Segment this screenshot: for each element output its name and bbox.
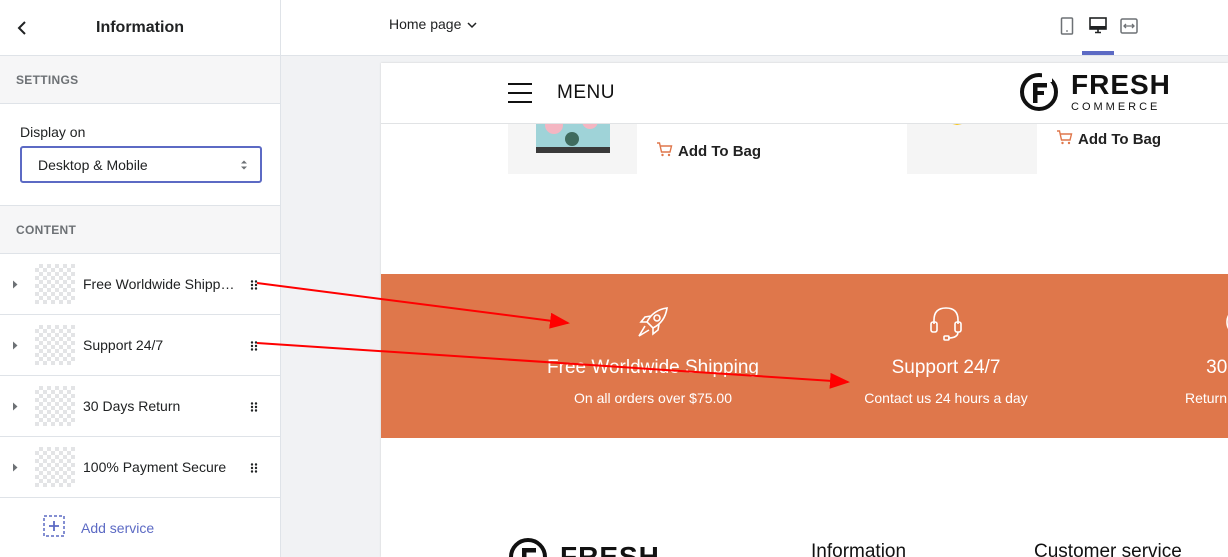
store-header: MENU FRESH COMMERCE: [381, 63, 1228, 124]
mobile-view-button[interactable]: [1052, 14, 1082, 42]
add-service-button[interactable]: Add service: [0, 498, 280, 557]
caret-right-icon[interactable]: [0, 280, 30, 289]
desktop-icon: [1089, 17, 1107, 39]
footer-heading-customer-service: Customer service: [1034, 541, 1182, 557]
drag-handle-icon[interactable]: [249, 461, 259, 473]
page-selector[interactable]: Home page: [389, 16, 477, 32]
cart-icon: [656, 141, 673, 161]
services-band: Free Worldwide Shipping On all orders ov…: [381, 274, 1228, 438]
headset-icon: [930, 307, 962, 341]
service-title: Free Worldwide Shipping: [547, 357, 759, 378]
sidebar-header: Information: [0, 0, 280, 56]
chevron-down-icon: [467, 16, 477, 32]
page-selector-label: Home page: [389, 16, 462, 32]
service-subtitle: Contact us 24 hours a day: [864, 390, 1028, 406]
return-icon: [1226, 314, 1228, 330]
caret-right-icon[interactable]: [0, 402, 30, 411]
footer-brand-name: FRESH: [560, 541, 660, 557]
service-item-label: 100% Payment Secure: [83, 459, 227, 475]
settings-heading: SETTINGS: [0, 56, 280, 104]
mobile-icon: [1060, 16, 1074, 40]
add-to-bag-button[interactable]: Add To Bag: [1056, 129, 1161, 149]
store-logo[interactable]: FRESH COMMERCE: [1019, 71, 1171, 113]
logo-mark-icon: [1020, 72, 1058, 111]
cart-icon: [1056, 129, 1073, 149]
service-subtitle: Return it within 20: [1184, 390, 1228, 406]
service-title: Support 24/7: [891, 357, 1001, 378]
service-item-support[interactable]: Support 24/7: [0, 315, 280, 376]
rocket-icon: [638, 307, 668, 337]
drag-handle-icon[interactable]: [249, 278, 259, 290]
service-item-label: Free Worldwide Shipping: [83, 276, 235, 292]
fullwidth-icon: [1120, 17, 1138, 39]
image-placeholder-thumb: [35, 264, 75, 304]
caret-right-icon[interactable]: [0, 463, 30, 472]
select-arrows-icon: [240, 159, 248, 171]
section-title: Information: [96, 18, 184, 36]
menu-label[interactable]: MENU: [557, 82, 615, 104]
add-to-bag-label: Add To Bag: [678, 142, 762, 160]
service-item-label: Support 24/7: [83, 337, 164, 353]
store-preview: Add To Bag Add To Bag MENU FRESH COMMERC…: [381, 63, 1228, 557]
service-title: 30 Days: [1206, 357, 1228, 378]
image-placeholder-thumb: [35, 325, 75, 365]
hamburger-menu-icon[interactable]: [508, 83, 532, 103]
display-on-select[interactable]: Desktop & Mobile: [20, 146, 262, 183]
add-service-label: Add service: [81, 520, 155, 536]
image-placeholder-thumb: [35, 386, 75, 426]
service-subtitle: On all orders over $75.00: [574, 390, 732, 406]
display-on-label: Display on: [20, 124, 86, 140]
brand-subtitle: COMMERCE: [1071, 101, 1161, 113]
service-item-return[interactable]: 30 Days Return: [0, 376, 280, 437]
editor-topbar: Home page: [281, 0, 1228, 56]
service-item-payment[interactable]: 100% Payment Secure: [0, 437, 280, 498]
caret-right-icon[interactable]: [0, 341, 30, 350]
footer-heading-information: Information: [811, 541, 907, 557]
active-viewport-indicator: [1082, 51, 1114, 55]
content-heading: CONTENT: [0, 206, 280, 254]
footer-logo[interactable]: FRESH: [508, 537, 660, 557]
logo-mark-icon: [509, 538, 547, 557]
brand-name: FRESH: [1071, 69, 1171, 100]
service-item-label: 30 Days Return: [83, 398, 181, 414]
drag-handle-icon[interactable]: [249, 400, 259, 412]
display-on-value: Desktop & Mobile: [38, 156, 148, 173]
drag-handle-icon[interactable]: [249, 339, 259, 351]
back-icon[interactable]: [10, 16, 34, 40]
editor-sidebar: Information SETTINGS Display on Desktop …: [0, 0, 281, 557]
image-placeholder-thumb: [35, 447, 75, 487]
desktop-view-button[interactable]: [1083, 14, 1113, 42]
fullwidth-view-button[interactable]: [1114, 14, 1144, 42]
service-item-shipping[interactable]: Free Worldwide Shipping: [0, 254, 280, 315]
add-to-bag-label: Add To Bag: [1078, 130, 1162, 148]
settings-panel: Display on Desktop & Mobile: [0, 104, 280, 206]
add-block-icon: [43, 514, 65, 542]
add-to-bag-button[interactable]: Add To Bag: [656, 141, 761, 161]
